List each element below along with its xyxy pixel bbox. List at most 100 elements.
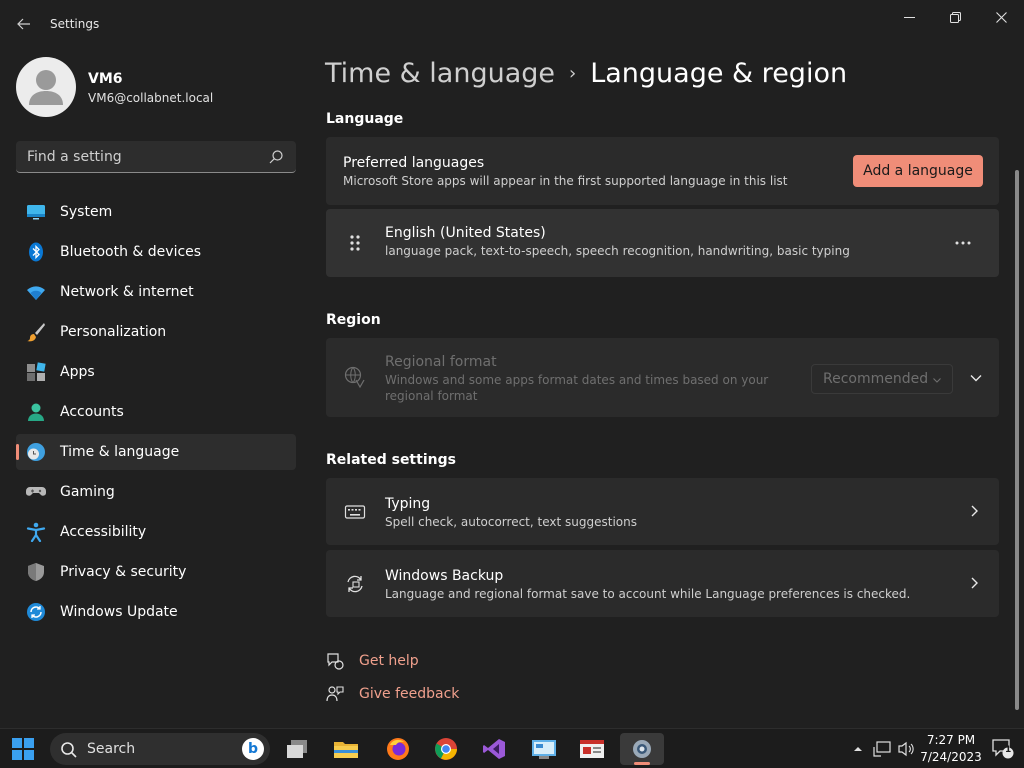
taskbar-app-news[interactable] [570,733,614,765]
typing-title: Typing [385,496,431,512]
add-language-button[interactable]: Add a language [853,155,983,187]
sidebar-item-label: Windows Update [60,604,178,620]
system-icon [27,205,45,220]
apps-icon [27,362,46,381]
regional-format-card[interactable]: Regional format Windows and some apps fo… [326,338,999,417]
expand-chevron-icon[interactable] [969,371,983,385]
page-title: Language & region [590,58,848,89]
taskbar-app-control-panel[interactable] [522,733,566,765]
search-icon [269,150,283,164]
taskbar-app-visual-studio[interactable] [472,733,516,765]
regional-format-icon [344,366,365,388]
sidebar-item-apps[interactable]: Apps [16,354,296,390]
gamepad-icon [26,487,46,496]
taskbar-clock[interactable]: 7:27 PM 7/24/2023 [912,732,990,766]
wifi-icon [27,286,45,300]
network-monitor-icon [873,741,891,757]
related-typing-row[interactable]: Typing Spell check, autocorrect, text su… [326,478,999,545]
visual-studio-icon [483,739,505,759]
sidebar-item-label: Gaming [60,484,115,500]
notification-count: 1 [1005,745,1012,755]
preferred-languages-card: Preferred languages Microsoft Store apps… [326,137,999,205]
sidebar-item-privacy[interactable]: Privacy & security [16,554,296,590]
close-button[interactable] [978,4,1024,30]
related-windows-backup-row[interactable]: Windows Backup Language and regional for… [326,550,999,617]
taskbar-search-label: Search [87,741,136,757]
regional-format-title: Regional format [385,354,497,370]
sidebar-item-label: Privacy & security [60,564,187,580]
section-title-region: Region [326,312,381,328]
chrome-icon [435,738,457,760]
back-arrow-icon [17,18,30,30]
chevron-right-icon [971,505,978,517]
sidebar-item-label: Personalization [60,324,167,340]
sidebar-item-label: System [60,204,113,220]
typing-desc: Spell check, autocorrect, text suggestio… [385,515,637,529]
drag-handle-icon[interactable] [344,232,366,254]
taskbar-app-file-explorer[interactable] [324,733,368,765]
help-icon [327,653,344,670]
sidebar-item-personalization[interactable]: Personalization [16,314,296,350]
sidebar-item-system[interactable]: System [16,194,296,230]
language-features: language pack, text-to-speech, speech re… [385,244,850,258]
brush-icon [27,323,45,342]
avatar[interactable] [16,57,76,117]
chevron-down-icon [933,378,941,383]
network-tray-button[interactable] [872,737,892,761]
settings-icon [633,740,651,758]
scrollbar[interactable] [1015,170,1019,710]
search-input[interactable] [16,141,266,172]
sidebar-item-accounts[interactable]: Accounts [16,394,296,430]
person-silhouette-icon [29,70,63,105]
more-options-button[interactable] [949,235,977,251]
keyboard-icon [344,505,366,519]
dropdown-value: Recommended [823,371,929,387]
update-icon [27,603,45,621]
sidebar-item-network[interactable]: Network & internet [16,274,296,310]
breadcrumb-parent[interactable]: Time & language [325,58,555,89]
control-panel-icon [532,740,556,759]
sidebar-item-time-language[interactable]: Time & language [16,434,296,470]
app-title: Settings [50,17,100,31]
sidebar-item-label: Bluetooth & devices [60,244,202,260]
file-explorer-icon [334,742,358,758]
clock-globe-icon [27,443,45,461]
windows-backup-desc: Language and regional format save to acc… [385,587,911,601]
search-icon [61,742,77,758]
accessibility-icon [26,522,46,542]
regional-format-dropdown[interactable]: Recommended [811,364,953,394]
taskbar-app-settings[interactable] [620,733,664,765]
sidebar-item-windows-update[interactable]: Windows Update [16,594,296,630]
give-feedback-label: Give feedback [359,686,460,702]
give-feedback-link[interactable]: Give feedback [326,683,459,705]
restore-button[interactable] [932,4,978,30]
sidebar-item-label: Time & language [60,444,180,460]
taskbar-app-task-view[interactable] [276,733,320,765]
get-help-link[interactable]: Get help [326,650,419,672]
language-name: English (United States) [385,225,546,241]
taskbar-app-chrome[interactable] [424,733,468,765]
sidebar-item-gaming[interactable]: Gaming [16,474,296,510]
sidebar-item-label: Accessibility [60,524,147,540]
more-icon [955,241,971,245]
windows-start-icon[interactable] [8,735,38,763]
taskbar-search[interactable]: Search b [50,733,270,765]
profile-name: VM6 [88,71,123,87]
search-box[interactable] [16,141,296,173]
back-button[interactable] [10,10,38,38]
minimize-button[interactable] [886,4,932,30]
preferred-languages-desc: Microsoft Store apps will appear in the … [343,174,788,188]
backup-sync-icon [347,575,363,593]
taskbar-app-firefox[interactable] [376,733,420,765]
bing-icon[interactable]: b [242,738,264,760]
show-hidden-icons-button[interactable] [850,737,866,761]
taskbar: Search b 7:27 PM 7/24/2023 1 [0,728,1024,768]
sidebar-item-accessibility[interactable]: Accessibility [16,514,296,550]
sidebar-item-bluetooth[interactable]: Bluetooth & devices [16,234,296,270]
language-row-english[interactable]: English (United States) language pack, t… [326,209,999,277]
notification-center-button[interactable]: 1 [992,739,1014,759]
sidebar-item-label: Accounts [60,404,124,420]
profile-email: VM6@collabnet.local [88,91,214,105]
sidebar-item-label: Apps [60,364,95,380]
minimize-icon [903,16,915,18]
